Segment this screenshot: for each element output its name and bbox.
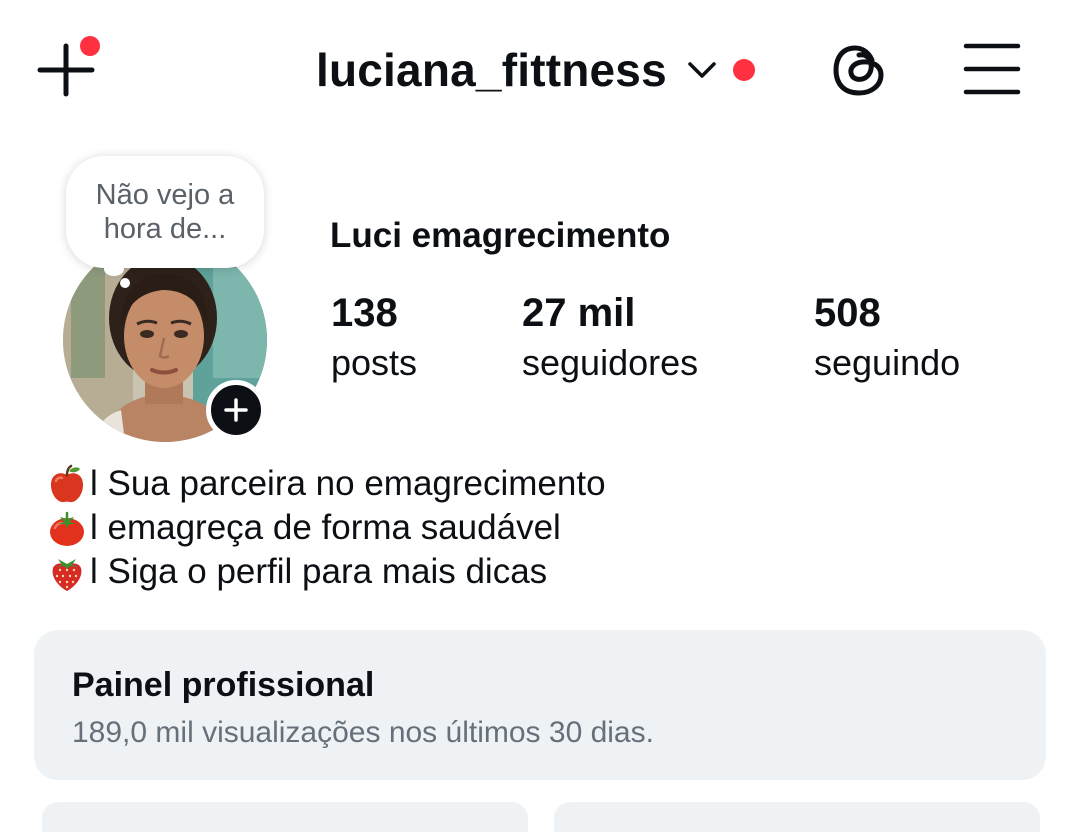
create-button[interactable] (34, 36, 100, 102)
account-switcher[interactable]: luciana_fittness (316, 38, 755, 102)
profile-note-bubble[interactable]: Não vejo a hora de... (66, 156, 264, 268)
note-bubble-tail (104, 262, 124, 276)
posts-value: 138 (331, 291, 398, 335)
posts-label: posts (331, 342, 418, 383)
bio-line-text: l emagreça de forma saudável (90, 508, 561, 547)
dashboard-subtitle: 189,0 mil visualizações nos últimos 30 d… (72, 716, 654, 749)
username: luciana_fittness (316, 44, 667, 96)
tomato-emoji-icon (50, 511, 84, 546)
dashboard-title: Painel profissional (72, 666, 375, 704)
followers-label: seguidores (522, 342, 699, 383)
bio-line: l Siga o perfil para mais dicas (46, 550, 1036, 594)
following-count[interactable]: 508 seguindo (814, 288, 960, 388)
profile-display-name: Luci emagrecimento (330, 216, 671, 255)
profile-action-buttons (34, 802, 1046, 832)
bio-line-text: l Siga o perfil para mais dicas (90, 552, 548, 591)
posts-count[interactable]: 138 posts (331, 288, 417, 388)
profile-note-text: Não vejo a hora de... (95, 179, 235, 245)
menu-button[interactable] (958, 38, 1026, 102)
following-value: 508 (814, 291, 881, 335)
followers-value: 27 mil (522, 291, 636, 335)
chevron-down-icon (688, 62, 716, 78)
strawberry-emoji-icon (52, 559, 82, 591)
bio-line: l emagreça de forma saudável (46, 506, 1036, 550)
apple-emoji-icon (51, 464, 83, 503)
edit-profile-button-partial[interactable] (42, 802, 528, 832)
threads-icon (833, 45, 884, 96)
notification-dot (80, 36, 100, 56)
add-story-button[interactable] (206, 380, 266, 440)
share-profile-button-partial[interactable] (554, 802, 1040, 832)
followers-count[interactable]: 27 mil seguidores (522, 288, 698, 388)
following-label: seguindo (814, 342, 961, 383)
top-bar: luciana_fittness (0, 0, 1080, 140)
bio-line-text: l Sua parceira no emagrecimento (90, 464, 606, 503)
note-bubble-tail-dot (120, 278, 130, 288)
notification-dot (732, 59, 755, 81)
plus-icon (224, 398, 248, 422)
professional-dashboard-card[interactable]: Painel profissional 189,0 mil visualizaç… (34, 630, 1046, 780)
threads-button[interactable] (828, 38, 892, 102)
profile-bio: l Sua parceira no emagrecimento l emagre… (46, 462, 1036, 594)
hamburger-menu-icon (963, 43, 1021, 95)
bio-line: l Sua parceira no emagrecimento (46, 462, 1036, 506)
